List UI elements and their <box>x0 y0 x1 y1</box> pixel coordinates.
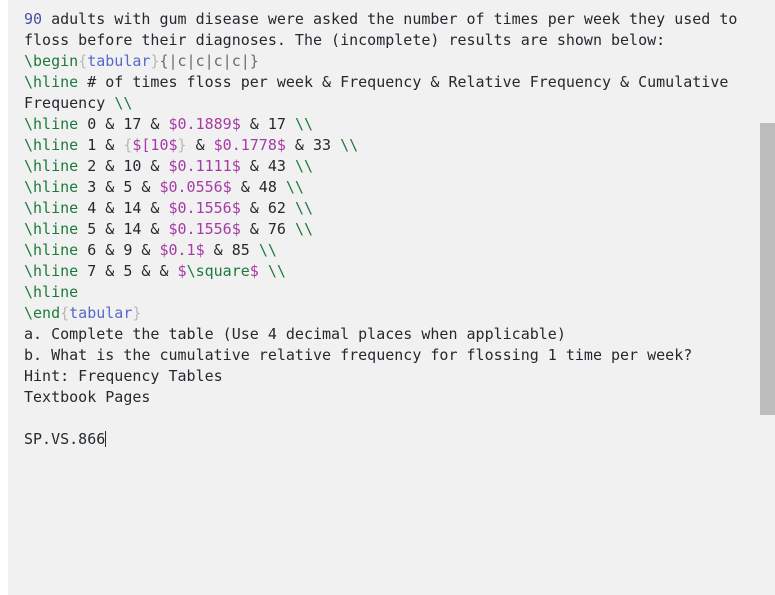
row-break: \\ <box>294 199 313 217</box>
square-placeholder-command: \square <box>186 262 250 280</box>
row-cells: & 17 <box>240 115 295 133</box>
hline-command: \hline <box>24 157 79 175</box>
code-line-row-4: \hline 4 & 14 & $0.1556$ & 62 \\ <box>24 198 754 219</box>
row-cells: 2 & 10 & <box>78 157 169 175</box>
text-cursor <box>105 431 107 447</box>
relative-frequency-math: $0.1889$ <box>168 115 241 133</box>
row-cells: & 76 <box>240 220 295 238</box>
relative-frequency-math: $0.1$ <box>159 241 205 259</box>
brace-open-icon: { <box>78 52 88 70</box>
row-break: \\ <box>114 94 133 112</box>
question-b-text: b. What is the cumulative relative frequ… <box>24 346 693 364</box>
code-line-hint: Hint: Frequency Tables <box>24 366 754 387</box>
row-cells: 5 & 14 & <box>78 220 169 238</box>
brace-close-icon: } <box>132 304 142 322</box>
row-cells: & 43 <box>240 157 295 175</box>
column-spec: {|c|c|c|c|} <box>159 52 259 70</box>
relative-frequency-math: $0.0556$ <box>159 178 232 196</box>
code-line-hline-final: \hline <box>24 282 754 303</box>
relative-frequency-math: $0.1111$ <box>168 157 241 175</box>
code-line-row-0: \hline 0 & 17 & $0.1889$ & 17 \\ <box>24 114 754 135</box>
code-line-row-7: \hline 7 & 5 & & $\square$ \\ <box>24 261 754 282</box>
hline-command: \hline <box>24 178 79 196</box>
row-cells: & 85 <box>204 241 259 259</box>
code-line-header-row: \hline # of times floss per week & Frequ… <box>24 72 754 114</box>
row-cells: 7 & 5 & & <box>78 262 178 280</box>
hline-command: \hline <box>24 241 79 259</box>
frequency-blank-math: $[10$ <box>132 136 178 154</box>
row-cells: & <box>186 136 214 154</box>
code-line-row-3: \hline 3 & 5 & $0.0556$ & 48 \\ <box>24 177 754 198</box>
hline-command: \hline <box>24 199 79 217</box>
intro-text: adults with gum disease were asked the n… <box>24 10 747 49</box>
hline-command: \hline <box>24 262 79 280</box>
code-line-begin-tabular: \begin{tabular}{|c|c|c|c|} <box>24 51 754 72</box>
code-line-problem-code: SP.VS.866 <box>24 429 754 450</box>
row-break: \\ <box>294 115 313 133</box>
hline-command: \hline <box>24 115 79 133</box>
editor-window: 90 adults with gum disease were asked th… <box>0 0 775 595</box>
row-cells: 0 & 17 & <box>78 115 169 133</box>
textbook-pages-text: Textbook Pages <box>24 388 151 406</box>
latex-source-editor[interactable]: 90 adults with gum disease were asked th… <box>8 0 775 595</box>
vertical-scrollbar-thumb[interactable] <box>760 123 775 415</box>
row-break: \\ <box>258 241 277 259</box>
brace-open-icon: { <box>60 304 70 322</box>
hline-command: \hline <box>24 73 79 91</box>
code-line-row-6: \hline 6 & 9 & $0.1$ & 85 \\ <box>24 240 754 261</box>
row-cells: 4 & 14 & <box>78 199 169 217</box>
row-break: \\ <box>294 157 313 175</box>
math-delimiter-open: $ <box>177 262 187 280</box>
hline-command: \hline <box>24 220 79 238</box>
row-cells: & 33 <box>285 136 341 154</box>
row-cells: 6 & 9 & <box>78 241 160 259</box>
sample-size-number: 90 <box>24 10 43 28</box>
row-break: \\ <box>267 262 286 280</box>
end-command: \end <box>24 304 61 322</box>
hline-command: \hline <box>24 283 79 301</box>
code-line-question-a: a. Complete the table (Use 4 decimal pla… <box>24 324 754 345</box>
code-line-row-2: \hline 2 & 10 & $0.1111$ & 43 \\ <box>24 156 754 177</box>
relative-frequency-math: $0.1556$ <box>168 199 241 217</box>
code-line-row-1: \hline 1 & {$[10$} & $0.1778$ & 33 \\ <box>24 135 754 156</box>
row-break: \\ <box>340 136 359 154</box>
code-line-row-5: \hline 5 & 14 & $0.1556$ & 76 \\ <box>24 219 754 240</box>
math-delimiter-close: $ <box>249 262 259 280</box>
begin-command: \begin <box>24 52 79 70</box>
relative-frequency-math: $0.1778$ <box>213 136 286 154</box>
vertical-scrollbar-track[interactable] <box>760 0 775 595</box>
code-line-intro: 90 adults with gum disease were asked th… <box>24 9 754 51</box>
row-cells: & 48 <box>231 178 286 196</box>
code-line-textbook-pages: Textbook Pages <box>24 387 754 408</box>
tabular-environment-name: tabular <box>87 52 151 70</box>
brace-close-icon: } <box>177 136 187 154</box>
code-line-question-b: b. What is the cumulative relative frequ… <box>24 345 754 366</box>
row-cells: 3 & 5 & <box>78 178 160 196</box>
problem-code-text: SP.VS.866 <box>24 430 106 448</box>
code-content[interactable]: 90 adults with gum disease were asked th… <box>24 9 754 450</box>
relative-frequency-math: $0.1556$ <box>168 220 241 238</box>
code-line-end-tabular: \end{tabular} <box>24 303 754 324</box>
tabular-environment-name: tabular <box>69 304 133 322</box>
row-cells: & 62 <box>240 199 295 217</box>
row-cells: 1 & <box>78 136 124 154</box>
hline-command: \hline <box>24 136 79 154</box>
hint-text: Hint: Frequency Tables <box>24 367 223 385</box>
row-break: \\ <box>285 178 304 196</box>
question-a-text: a. Complete the table (Use 4 decimal pla… <box>24 325 566 343</box>
row-cells <box>259 262 268 280</box>
row-break: \\ <box>294 220 313 238</box>
